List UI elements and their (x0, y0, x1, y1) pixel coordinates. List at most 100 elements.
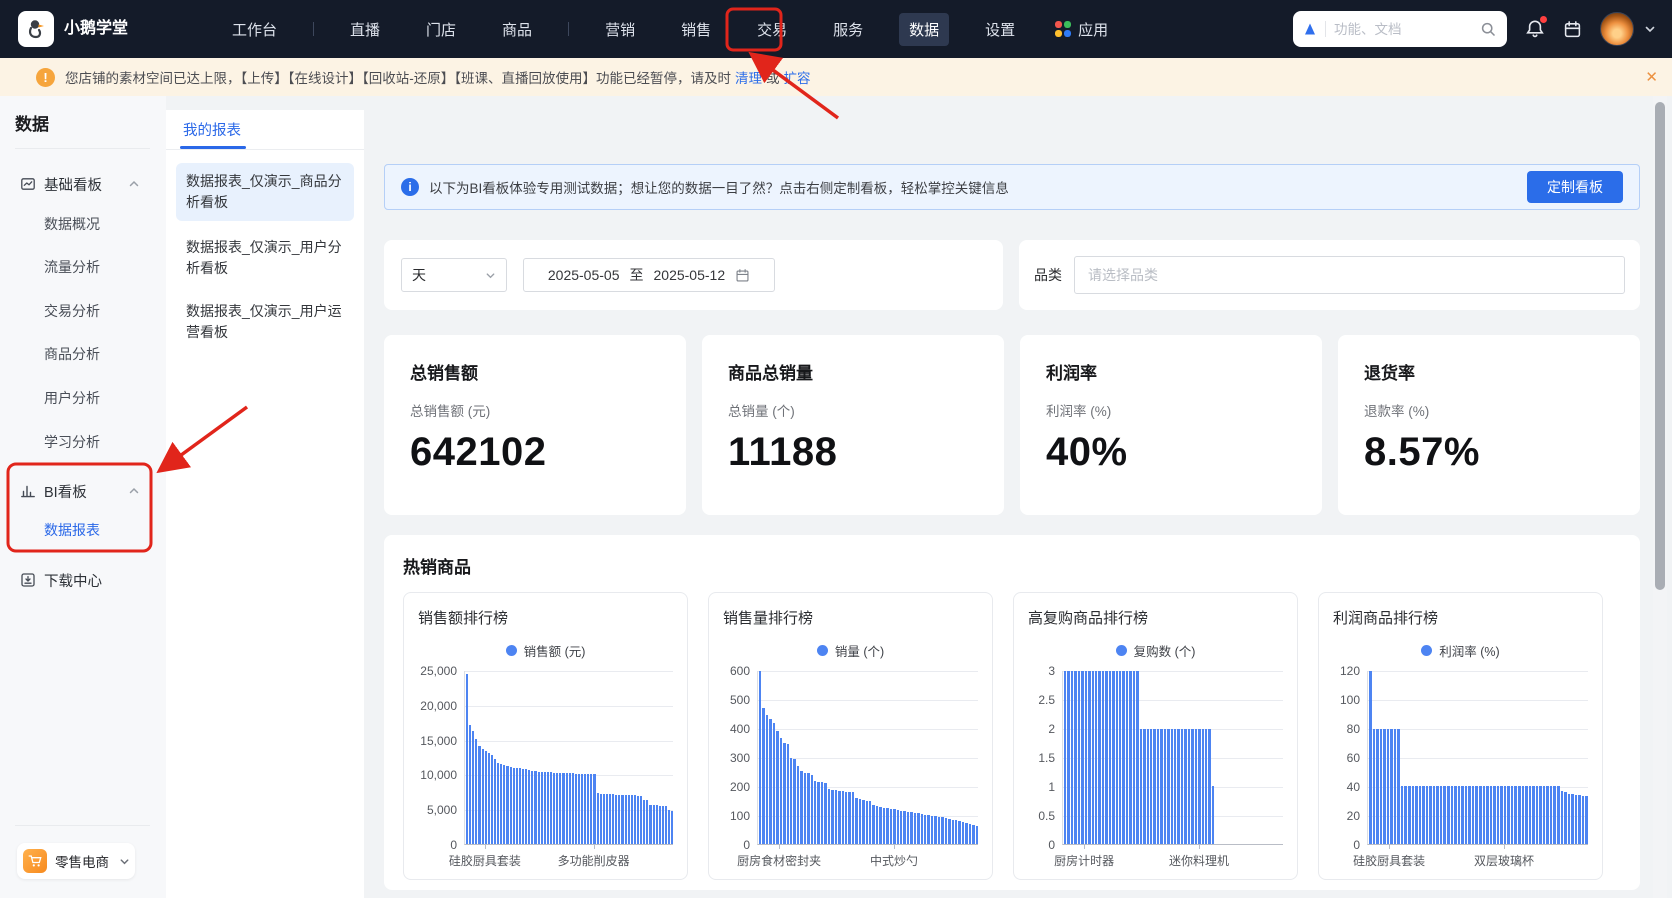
nav-item-销售[interactable]: 销售 (671, 13, 721, 46)
bar (649, 805, 651, 844)
bar (1112, 671, 1114, 844)
bar (1212, 786, 1214, 844)
tab-my-reports[interactable]: 我的报表 (183, 116, 241, 146)
nav-item-数据[interactable]: 数据 (899, 13, 949, 46)
warning-text: 您店铺的素材空间已达上限，【上传】【在线设计】【回收站-还原】【班课、直播回放使… (65, 67, 731, 87)
logo-goose-icon[interactable] (18, 11, 54, 47)
sidebar-item-流量分析[interactable]: 流量分析 (0, 246, 166, 288)
date-range-picker[interactable]: 2025-05-05 至 2025-05-12 (523, 258, 775, 292)
report-list-panel: 我的报表 数据报表_仅演示_商品分析看板数据报表_仅演示_用户分析看板数据报表_… (166, 110, 364, 898)
nav-item-服务[interactable]: 服务 (823, 13, 873, 46)
sidebar-item-学习分析[interactable]: 学习分析 (0, 421, 166, 463)
search-icon[interactable] (1480, 21, 1497, 38)
sidebar-item-交易分析[interactable]: 交易分析 (0, 290, 166, 332)
sidebar-group-label: 基础看板 (44, 174, 102, 195)
report-list-item[interactable]: 数据报表_仅演示_用户分析看板 (176, 229, 354, 287)
bar (466, 674, 468, 844)
bar (790, 758, 792, 845)
scrollbar-thumb[interactable] (1655, 102, 1665, 590)
bar (609, 794, 611, 844)
nav-item-直播[interactable]: 直播 (340, 13, 390, 46)
sidebar-group-BI看板[interactable]: BI看板 (0, 470, 166, 512)
bar (1468, 786, 1471, 844)
bar (931, 816, 933, 844)
nav-item-门店[interactable]: 门店 (416, 13, 466, 46)
nav-item-设置[interactable]: 设置 (975, 13, 1025, 46)
x-tick-mark (1389, 845, 1390, 849)
bar (1160, 729, 1162, 844)
avatar[interactable] (1600, 12, 1634, 46)
bar (1394, 729, 1397, 844)
search-input[interactable] (1334, 22, 1472, 37)
sidebar-item-商品分析[interactable]: 商品分析 (0, 333, 166, 375)
legend-dot-icon (506, 645, 517, 656)
report-list-item[interactable]: 数据报表_仅演示_用户运营看板 (176, 293, 354, 351)
sidebar-item-用户分析[interactable]: 用户分析 (0, 377, 166, 419)
nav-item-工作台[interactable]: 工作台 (222, 13, 287, 46)
bar (1102, 671, 1104, 844)
sidebar-item-数据报表[interactable]: 数据报表 (0, 509, 166, 551)
apps-label: 应用 (1078, 19, 1108, 40)
bars-container (759, 671, 978, 844)
search-brand-icon (1303, 22, 1317, 36)
bar (559, 773, 561, 844)
sidebar-item-download-center[interactable]: 下载中心 (0, 559, 166, 601)
notifications-bell-icon[interactable] (1525, 19, 1545, 39)
chevron-up-icon[interactable] (128, 485, 140, 497)
bar (1143, 729, 1145, 844)
nav-item-交易[interactable]: 交易 (747, 13, 797, 46)
chevron-up-icon[interactable] (128, 178, 140, 190)
storage-warning-banner: ! 您店铺的素材空间已达上限，【上传】【在线设计】【回收站-还原】【班课、直播回… (0, 58, 1672, 96)
bar (1191, 729, 1193, 844)
dashboard-icon (20, 176, 36, 192)
chevron-down-icon[interactable] (1644, 23, 1656, 35)
y-tick-label: 40 (1347, 780, 1360, 794)
bar (665, 806, 667, 844)
bar (1081, 671, 1083, 844)
bar (893, 809, 895, 844)
nav-item-商品[interactable]: 商品 (492, 13, 542, 46)
clean-link[interactable]: 清理 (735, 67, 762, 87)
bar (1129, 671, 1131, 844)
bar (855, 798, 857, 844)
chart-card-高复购商品排行榜: 高复购商品排行榜复购数 (个)32.521.510.50厨房计时器迷你料理机 (1013, 592, 1298, 880)
bar (1116, 671, 1118, 844)
x-tick-label: 双层玻璃杯 (1474, 852, 1534, 869)
global-search[interactable] (1293, 11, 1507, 47)
bar (643, 800, 645, 844)
apps-grid-icon (1055, 21, 1071, 37)
bar (797, 766, 799, 844)
bar (804, 773, 806, 845)
chart-plot (757, 671, 978, 845)
customize-dashboard-button[interactable]: 定制看板 (1527, 171, 1623, 203)
bar (1483, 786, 1486, 844)
workspace-switcher[interactable]: 零售电商 (17, 843, 135, 879)
bar (1095, 671, 1097, 844)
calendar-icon[interactable] (1563, 20, 1582, 39)
plot-column: 硅胶厨具套装多功能削皮器 (464, 671, 673, 869)
apps-menu-item[interactable]: 应用 (1055, 19, 1108, 40)
warning-icon: ! (36, 68, 55, 87)
bar (668, 810, 670, 844)
x-tick-mark (894, 845, 895, 849)
bar (1497, 786, 1500, 844)
category-input[interactable] (1074, 256, 1625, 294)
legend-dot-icon (1421, 645, 1432, 656)
cart-icon (23, 849, 47, 873)
bar (1461, 786, 1464, 844)
sidebar-item-label: 学习分析 (44, 432, 100, 452)
sidebar-group-基础看板[interactable]: 基础看板 (0, 163, 166, 205)
sidebar-item-数据概况[interactable]: 数据概况 (0, 203, 166, 245)
bar (780, 738, 782, 844)
report-list-item[interactable]: 数据报表_仅演示_商品分析看板 (176, 163, 354, 221)
bar (503, 765, 505, 844)
close-icon[interactable]: ✕ (1645, 58, 1658, 96)
expand-link[interactable]: 扩容 (784, 67, 811, 87)
period-select[interactable]: 天 (401, 258, 507, 292)
bar (637, 796, 639, 844)
bar (1504, 786, 1507, 844)
sidebar-item-label: 商品分析 (44, 344, 100, 364)
bar (1522, 786, 1525, 844)
nav-item-营销[interactable]: 营销 (595, 13, 645, 46)
bar (621, 795, 623, 844)
